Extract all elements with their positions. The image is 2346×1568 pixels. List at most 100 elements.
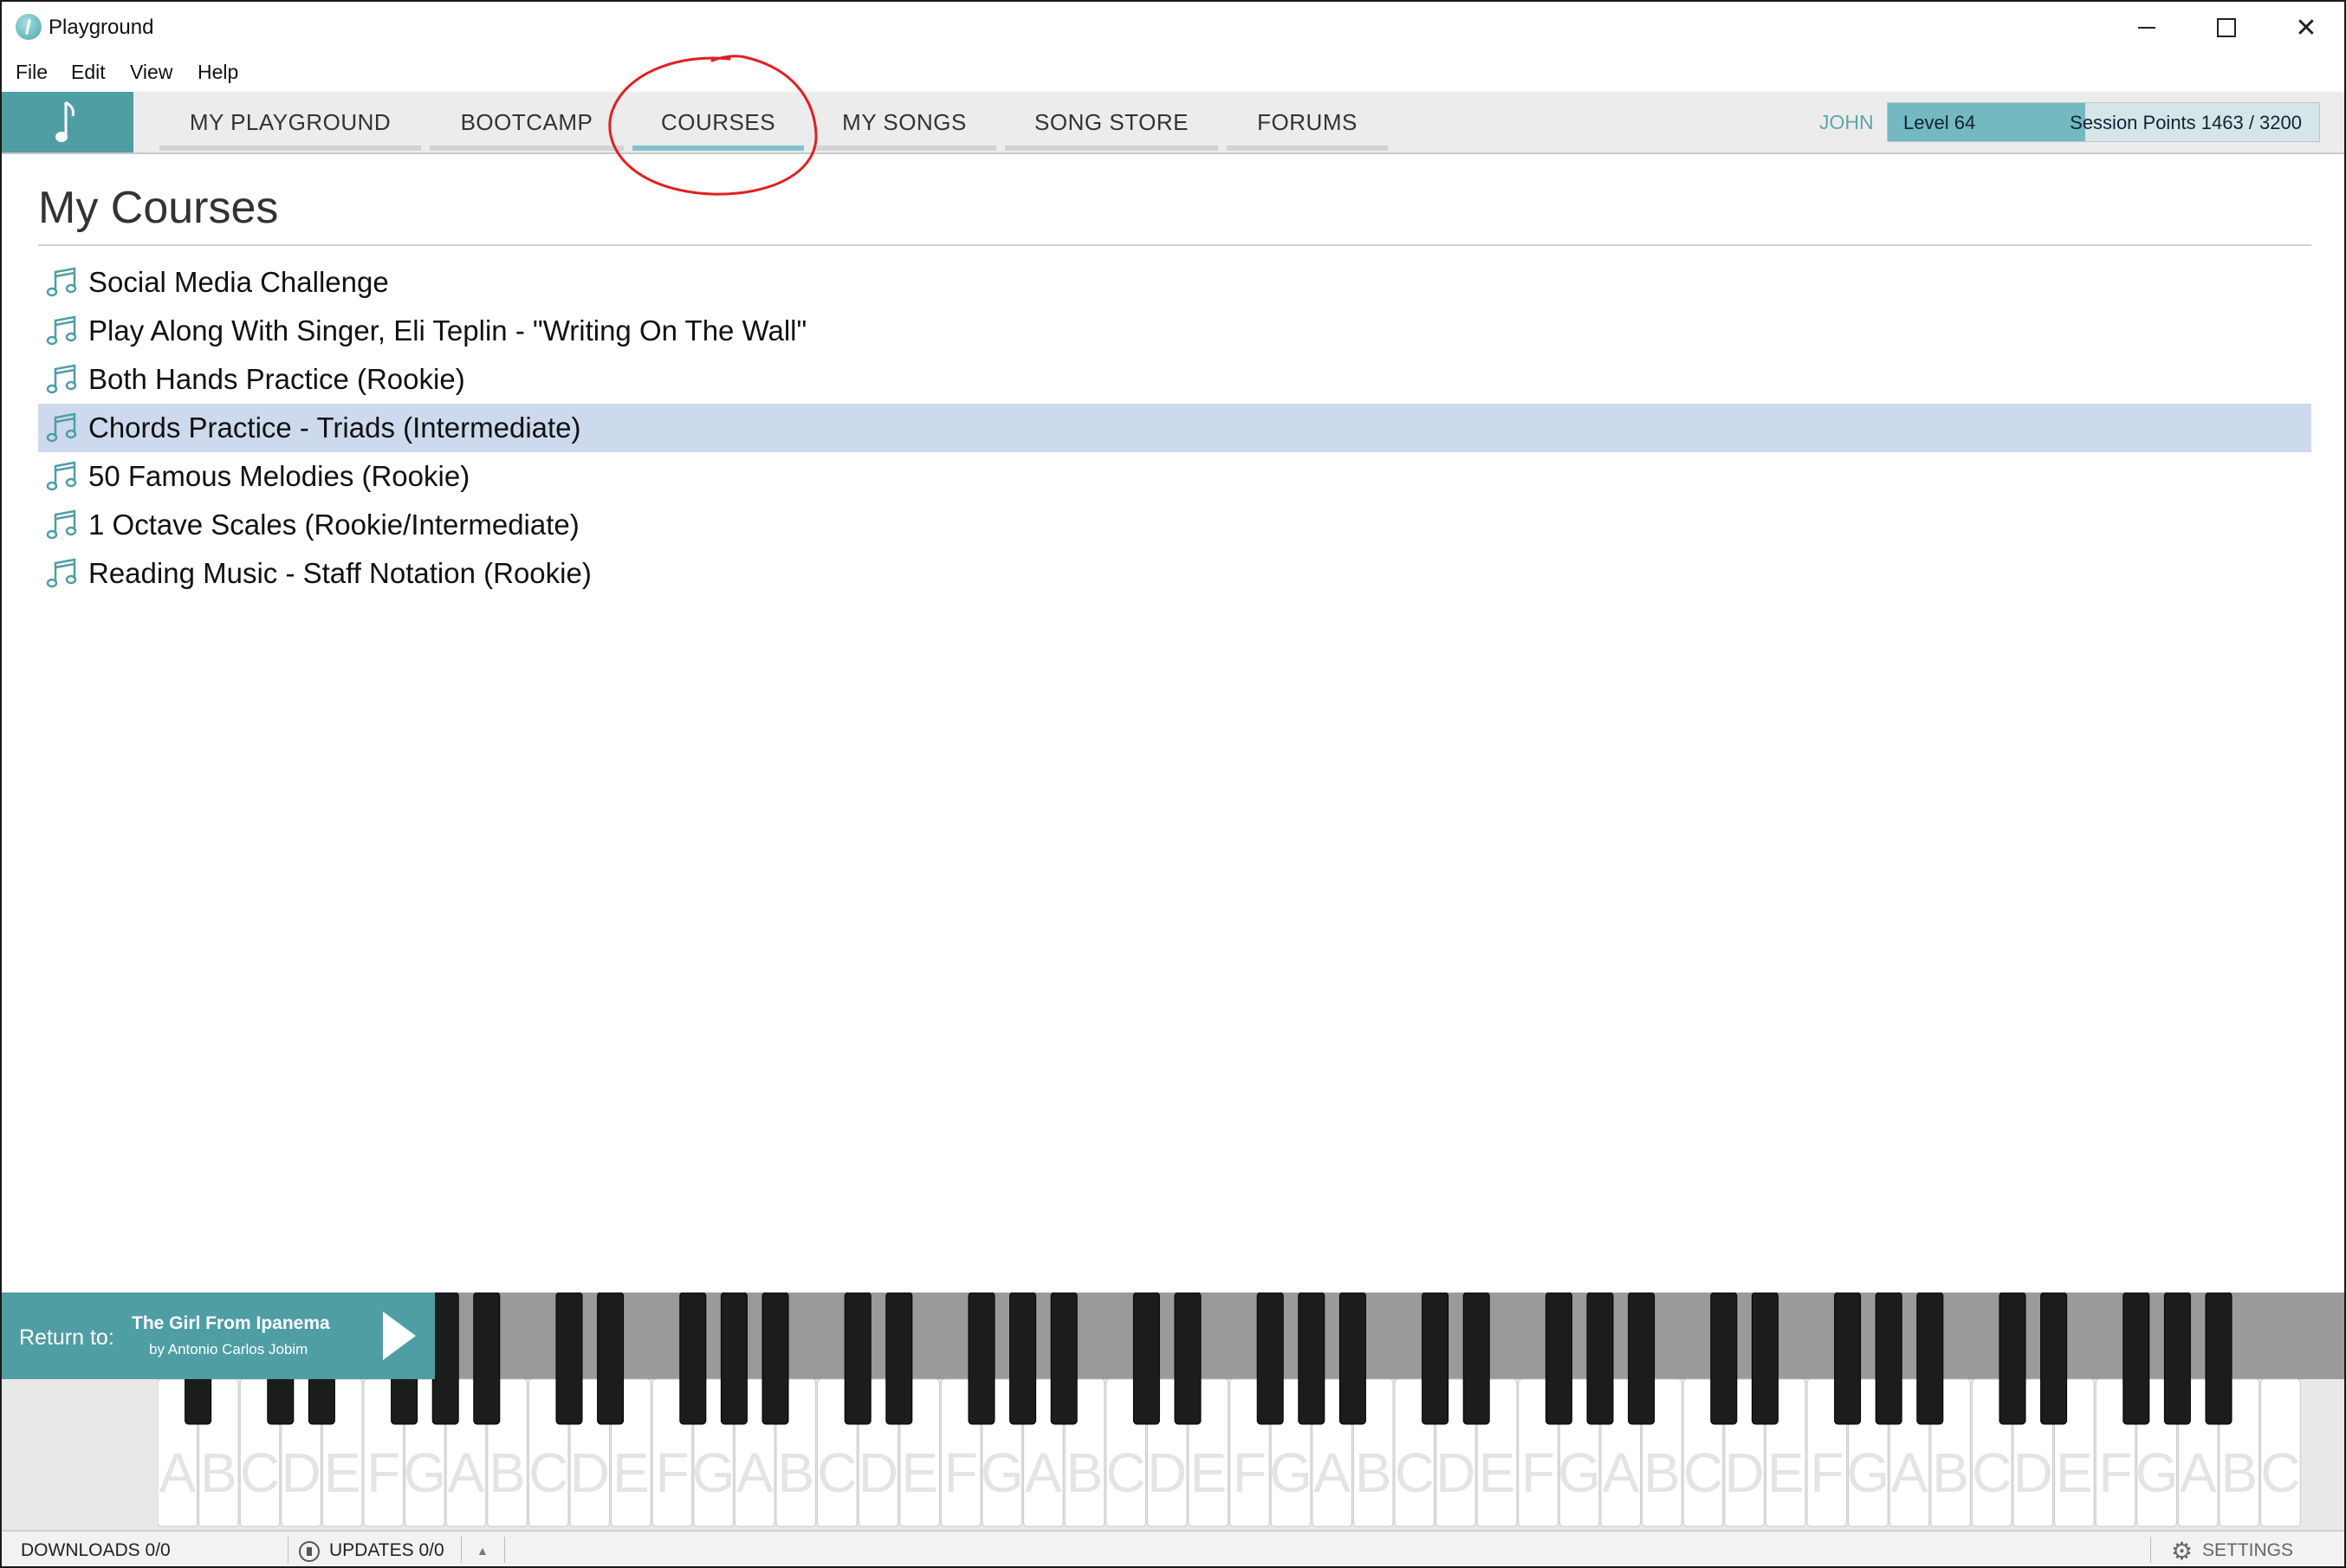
black-key[interactable] — [1628, 1293, 1656, 1425]
white-key-letter: D — [1435, 1442, 1475, 1504]
tab-label: MY SONGS — [842, 108, 967, 135]
tab-my-playground[interactable]: MY PLAYGROUND — [159, 92, 421, 152]
black-key[interactable] — [1751, 1293, 1779, 1425]
minimize-button[interactable] — [2107, 2, 2187, 54]
black-key[interactable] — [761, 1293, 789, 1425]
black-key[interactable] — [1050, 1293, 1078, 1425]
course-item[interactable]: 50 Famous Melodies (Rookie) — [38, 452, 2311, 501]
course-item[interactable]: Reading Music - Staff Notation (Rookie) — [38, 549, 2311, 598]
black-key[interactable] — [968, 1293, 995, 1425]
downloads-status[interactable]: DOWNLOADS 0/0 — [21, 1540, 171, 1561]
course-label: Both Hands Practice (Rookie) — [88, 363, 465, 395]
black-key[interactable] — [1462, 1293, 1490, 1425]
black-key[interactable] — [1009, 1293, 1037, 1425]
tab-my-songs[interactable]: MY SONGS — [813, 92, 996, 152]
white-key-letter: C — [1683, 1442, 1723, 1504]
tab-forums[interactable]: FORUMS — [1227, 92, 1388, 152]
white-key-letter: E — [324, 1442, 361, 1504]
black-key[interactable] — [679, 1293, 707, 1425]
status-divider — [461, 1537, 462, 1563]
white-key-letter: B — [1355, 1442, 1392, 1504]
black-key[interactable] — [1545, 1293, 1572, 1425]
white-key-letter: D — [570, 1442, 610, 1504]
white-key-letter: F — [366, 1442, 400, 1504]
white-key-letter: D — [2013, 1442, 2053, 1504]
menu-file[interactable]: File — [16, 61, 48, 84]
course-item-selected[interactable]: Chords Practice - Triads (Intermediate) — [38, 404, 2311, 452]
white-key-letter: F — [944, 1442, 978, 1504]
black-key[interactable] — [885, 1293, 913, 1425]
menu-help[interactable]: Help — [198, 61, 238, 84]
play-icon[interactable] — [383, 1312, 416, 1360]
black-key[interactable] — [555, 1293, 583, 1425]
home-logo[interactable] — [2, 92, 133, 152]
white-key-letter: D — [1724, 1442, 1764, 1504]
white-key-letter: B — [1932, 1442, 1969, 1504]
black-key[interactable] — [1916, 1293, 1944, 1425]
black-key[interactable] — [844, 1293, 872, 1425]
piano-keyboard[interactable]: ABCDEFGABCDEFGABCDEFGABCDEFGABCDEFGABCDE… — [158, 1293, 2301, 1528]
course-list: Social Media Challenge Play Along With S… — [38, 258, 2311, 598]
updates-status[interactable]: UPDATES 0/0 — [329, 1540, 444, 1561]
course-label: Reading Music - Staff Notation (Rookie) — [88, 557, 592, 589]
black-key[interactable] — [720, 1293, 748, 1425]
menu-edit[interactable]: Edit — [71, 61, 106, 84]
black-key[interactable] — [2205, 1293, 2233, 1425]
black-key[interactable] — [1710, 1293, 1738, 1425]
white-key-letter: C — [528, 1442, 568, 1504]
black-key[interactable] — [473, 1293, 501, 1425]
black-key[interactable] — [1132, 1293, 1160, 1425]
black-key[interactable] — [1999, 1293, 2026, 1425]
course-item[interactable]: 1 Octave Scales (Rookie/Intermediate) — [38, 501, 2311, 549]
return-to-song-panel[interactable]: Return to: The Girl From Ipanema by Anto… — [2, 1293, 435, 1379]
black-key[interactable] — [1256, 1293, 1284, 1425]
heading-divider — [38, 244, 2311, 246]
black-key[interactable] — [2122, 1293, 2150, 1425]
black-key[interactable] — [1174, 1293, 1202, 1425]
status-bar: DOWNLOADS 0/0 UPDATES 0/0 ▲ ⚙ SETTINGS — [2, 1530, 2344, 1566]
white-key-letter: B — [1066, 1442, 1104, 1504]
white-key-letter: A — [448, 1442, 485, 1504]
course-item[interactable]: Both Hands Practice (Rookie) — [38, 355, 2311, 404]
black-key[interactable] — [1586, 1293, 1614, 1425]
black-key[interactable] — [597, 1293, 625, 1425]
black-key[interactable] — [2163, 1293, 2191, 1425]
white-key-letter: A — [159, 1442, 196, 1504]
tab-underline — [1005, 146, 1218, 151]
music-note-icon — [46, 267, 77, 297]
menu-view[interactable]: View — [130, 61, 172, 84]
white-key-letter: D — [281, 1442, 321, 1504]
white-key-letter: G — [1269, 1442, 1312, 1504]
app-logo-icon — [16, 14, 42, 40]
tab-song-store[interactable]: SONG STORE — [1005, 92, 1218, 152]
settings-button[interactable]: SETTINGS — [2202, 1540, 2293, 1561]
tab-bootcamp[interactable]: BOOTCAMP — [430, 92, 624, 152]
updates-icon — [299, 1541, 320, 1562]
close-icon: ✕ — [2295, 13, 2317, 42]
white-key-letter: E — [1479, 1442, 1516, 1504]
black-key[interactable] — [1422, 1293, 1449, 1425]
close-button[interactable]: ✕ — [2266, 2, 2344, 54]
course-item[interactable]: Play Along With Singer, Eli Teplin - "Wr… — [38, 307, 2311, 355]
course-item[interactable]: Social Media Challenge — [38, 258, 2311, 307]
app-window: Playground ✕ File Edit View Help MY PLAY… — [0, 0, 2346, 1568]
white-key-letter: F — [1521, 1442, 1555, 1504]
white-key-letter: F — [655, 1442, 689, 1504]
expand-up-icon[interactable]: ▲ — [476, 1544, 489, 1558]
user-name[interactable]: JOHN — [1819, 111, 1874, 134]
black-key[interactable] — [1298, 1293, 1325, 1425]
white-key-letter: G — [981, 1442, 1024, 1504]
white-key-letter: C — [817, 1442, 857, 1504]
white-key-letter: A — [1025, 1442, 1062, 1504]
black-key[interactable] — [431, 1293, 459, 1425]
tab-underline — [159, 146, 421, 151]
course-label: Chords Practice - Triads (Intermediate) — [88, 411, 581, 444]
white-key-letter: C — [1105, 1442, 1145, 1504]
black-key[interactable] — [2040, 1293, 2068, 1425]
black-key[interactable] — [1834, 1293, 1862, 1425]
black-key[interactable] — [1338, 1293, 1366, 1425]
white-key-letter: G — [1847, 1442, 1890, 1504]
maximize-button[interactable] — [2187, 2, 2266, 54]
white-key-letter: C — [1972, 1442, 2012, 1504]
black-key[interactable] — [1875, 1293, 1902, 1425]
